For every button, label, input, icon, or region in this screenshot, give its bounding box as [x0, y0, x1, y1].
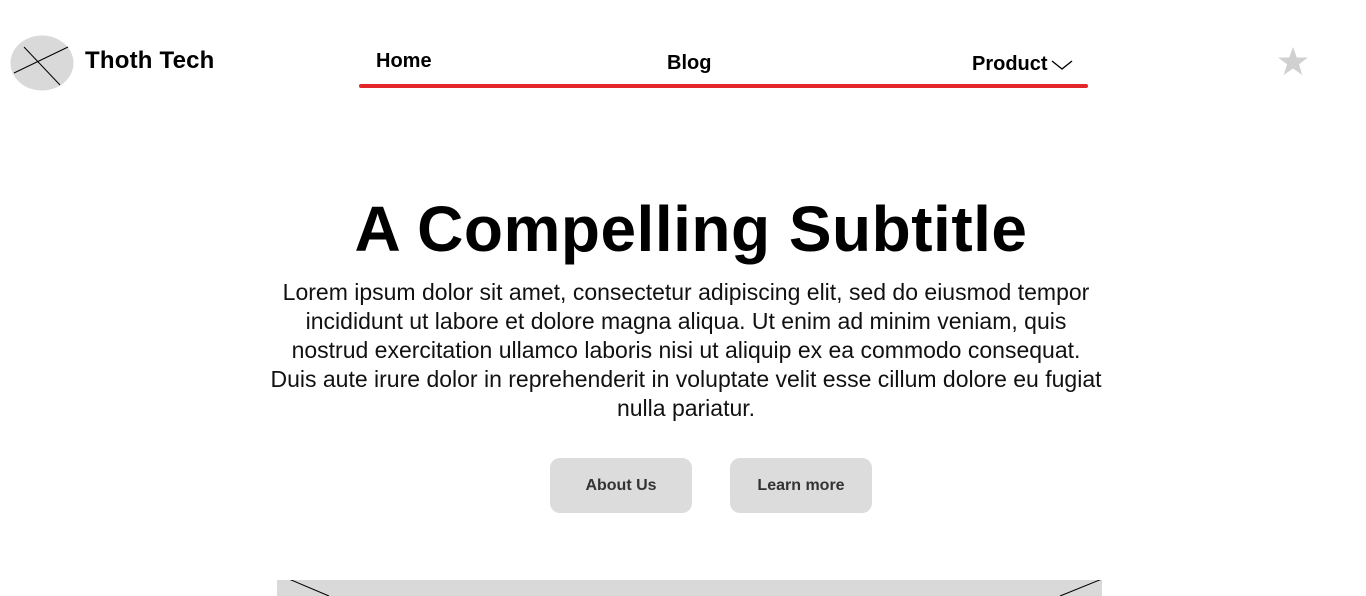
learn-more-button[interactable]: Learn more	[730, 458, 872, 513]
nav-item-blog[interactable]: Blog	[667, 52, 711, 75]
nav-active-underline	[359, 84, 1088, 88]
hero-title: A Compelling Subtitle	[354, 193, 1028, 265]
chevron-down-icon	[1051, 60, 1072, 70]
brand-name[interactable]: Thoth Tech	[85, 47, 215, 75]
nav-item-product-label: Product	[972, 53, 1048, 75]
star-icon[interactable]	[1277, 46, 1309, 78]
nav-item-home[interactable]: Home	[376, 50, 432, 73]
nav-item-product[interactable]: Product	[972, 53, 1073, 76]
image-placeholder-icon[interactable]	[10, 35, 74, 91]
hero-description: Lorem ipsum dolor sit amet, consectetur …	[270, 279, 1102, 421]
landing-page: Thoth Tech Home Blog Product A Compellin…	[0, 0, 1366, 596]
hero-image-placeholder	[277, 580, 1102, 596]
about-us-button[interactable]: About Us	[550, 458, 692, 513]
